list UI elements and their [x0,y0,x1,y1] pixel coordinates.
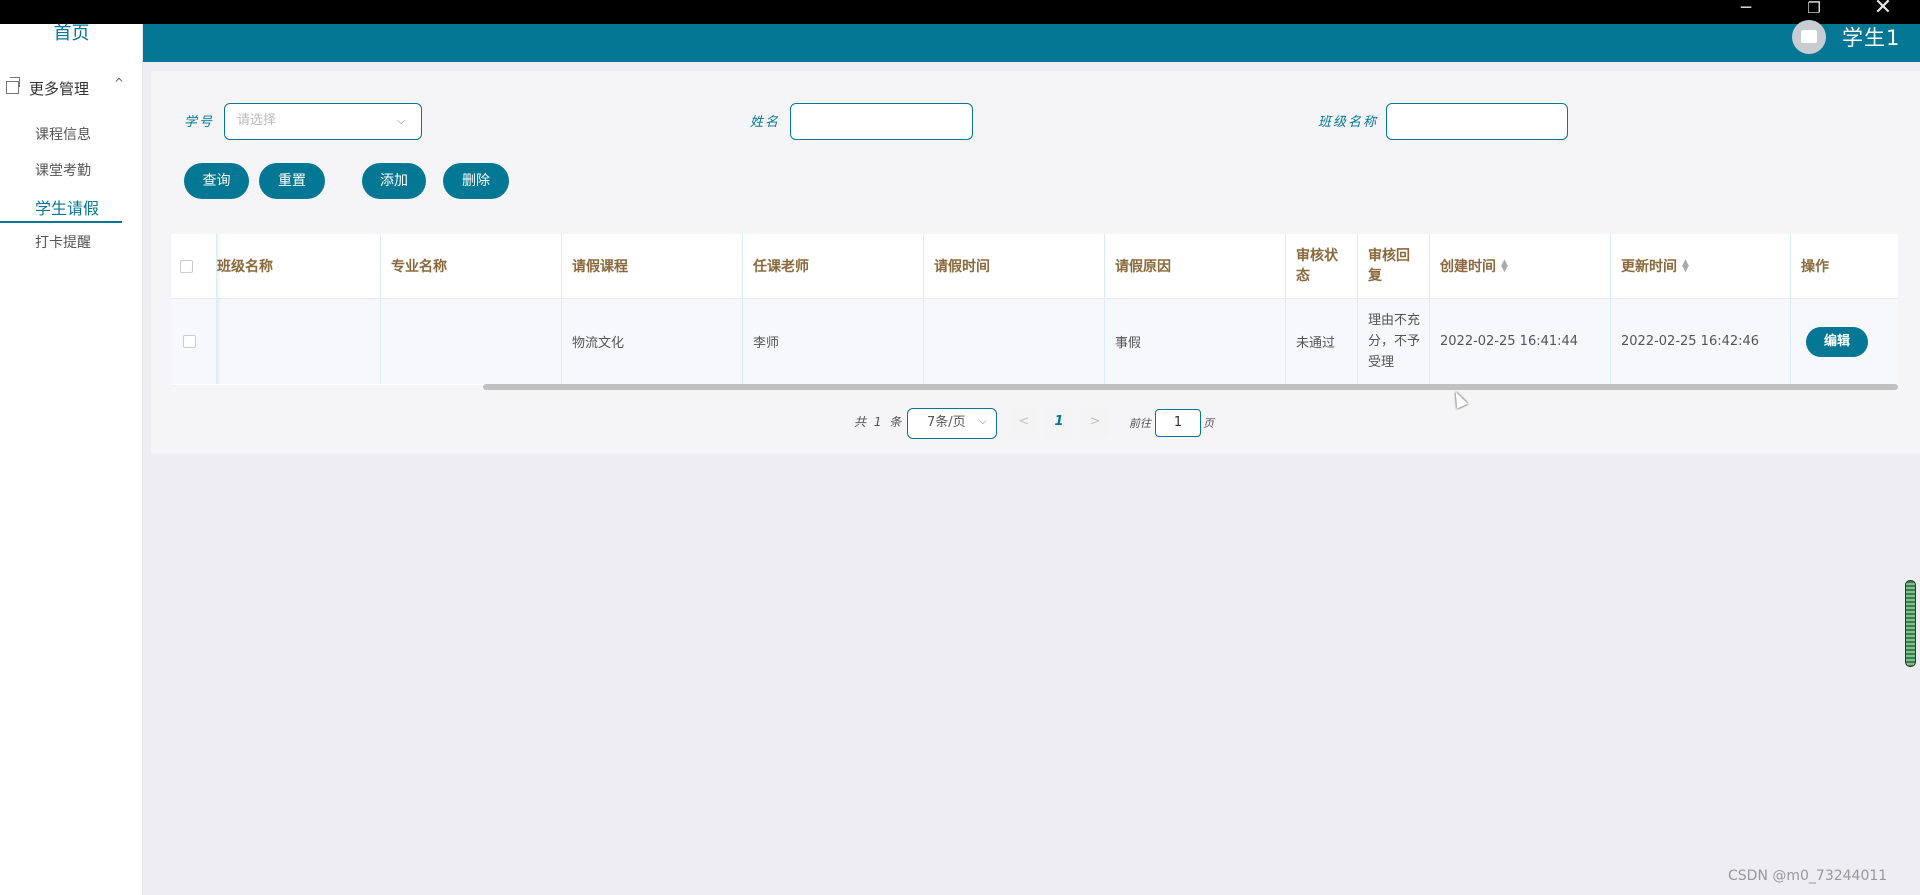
col-action: 操作 [1801,259,1829,275]
class-name-label: 班级名称 [1318,115,1379,130]
page-suffix: 页 [1203,417,1214,430]
watermark: CSDN @m0_73244011 [1728,868,1888,884]
scrollbar-thumb[interactable] [483,384,1898,390]
minimize-icon[interactable]: ─ [1716,0,1776,24]
col-updated-label: 更新时间 [1621,259,1677,275]
chevron-down-icon: ⌵ [397,114,406,127]
leave-table: 班级名称 专业名称 请假课程 任课老师 请假时间 请假原因 审核状态 审核回复 … [171,234,1898,390]
cell-status: 未通过 [1286,299,1358,384]
app-header [143,24,1920,62]
avatar[interactable] [1792,20,1826,54]
cell-reply: 理由不充分，不予受理 [1358,299,1430,384]
next-page-button[interactable]: > [1081,409,1109,437]
sidebar-home[interactable]: 首页 [0,24,143,44]
col-class-name[interactable]: 班级名称 [217,234,381,298]
edit-button[interactable]: 编辑 [1806,326,1869,357]
cell-class-name [217,299,381,384]
reset-button[interactable]: 重置 [259,163,325,199]
row-checkbox[interactable] [183,335,196,348]
row-checkbox-cell [171,299,217,384]
page-number-1[interactable]: 1 [1045,409,1073,437]
page-vertical-scrollbar[interactable] [1905,580,1916,667]
sidebar-item-course[interactable]: 课程信息 [35,124,91,144]
student-id-select[interactable]: 请选择 [224,103,422,140]
cell-created: 2022-02-25 16:41:44 [1430,299,1611,384]
user-name[interactable]: 学生1 [1842,22,1900,52]
sidebar-item-checkin-reminder[interactable]: 打卡提醒 [35,232,91,252]
student-id-label: 学号 [184,115,215,130]
col-teacher[interactable]: 任课老师 [743,234,924,298]
cell-course: 物流文化 [562,299,743,384]
col-created-label: 创建时间 [1440,259,1496,275]
sidebar-item-attendance[interactable]: 课堂考勤 [35,160,91,180]
table-horizontal-scrollbar[interactable] [171,384,1898,390]
cell-reason: 事假 [1105,299,1286,384]
delete-button[interactable]: 删除 [443,163,509,199]
goto-page-input[interactable]: 1 [1155,409,1201,437]
close-icon[interactable]: ✕ [1853,0,1913,24]
cell-teacher: 李师 [743,299,924,384]
goto-label: 前往 [1129,417,1151,430]
table-header-row: 班级名称 专业名称 请假课程 任课老师 请假时间 请假原因 审核状态 审核回复 … [171,234,1898,299]
col-course[interactable]: 请假课程 [562,234,743,298]
window-titlebar: ─ ❐ ✕ [0,0,1920,24]
sidebar-group-title: 更多管理 [29,80,90,98]
cell-updated: 2022-02-25 16:42:46 [1611,299,1791,384]
cell-major-name [381,299,562,384]
copy-icon [6,77,20,94]
sidebar-group-more[interactable]: 更多管理 ^ [0,76,143,108]
col-reason[interactable]: 请假原因 [1105,234,1286,298]
col-created[interactable]: 创建时间 ▲ ▼ [1430,234,1611,298]
sort-icon[interactable]: ▲ ▼ [1501,259,1508,274]
col-status[interactable]: 审核状态 [1286,234,1358,298]
select-all-checkbox[interactable] [180,260,193,273]
query-button[interactable]: 查询 [184,163,249,199]
col-reply[interactable]: 审核回复 [1358,234,1430,298]
col-updated[interactable]: 更新时间 ▲ ▼ [1611,234,1791,298]
image-icon [1801,30,1817,43]
name-input[interactable] [790,103,973,140]
chevron-up-icon: ^ [114,76,125,90]
chevron-down-icon: ⌵ [979,416,987,427]
header-checkbox-cell [171,234,217,298]
cell-leave-time [924,299,1105,384]
active-indicator [0,221,122,223]
name-label: 姓名 [750,115,781,130]
pagination-total: 共 1 条 [854,415,904,429]
class-name-input[interactable] [1386,103,1568,140]
sidebar: 首页 更多管理 ^ 课程信息 课堂考勤 学生请假 打卡提醒 [0,24,143,895]
table-row: 物流文化 李师 事假 未通过 理由不充分，不予受理 2022-02-25 16:… [171,299,1898,384]
fixed-column-shadow [217,234,221,384]
prev-page-button[interactable]: < [1010,409,1038,437]
col-leave-time[interactable]: 请假时间 [924,234,1105,298]
add-button[interactable]: 添加 [362,163,426,199]
col-major-name[interactable]: 专业名称 [381,234,562,298]
sort-icon[interactable]: ▲ ▼ [1682,259,1689,274]
sidebar-item-leave[interactable]: 学生请假 [35,195,99,219]
cell-action: 编辑 [1791,299,1898,384]
